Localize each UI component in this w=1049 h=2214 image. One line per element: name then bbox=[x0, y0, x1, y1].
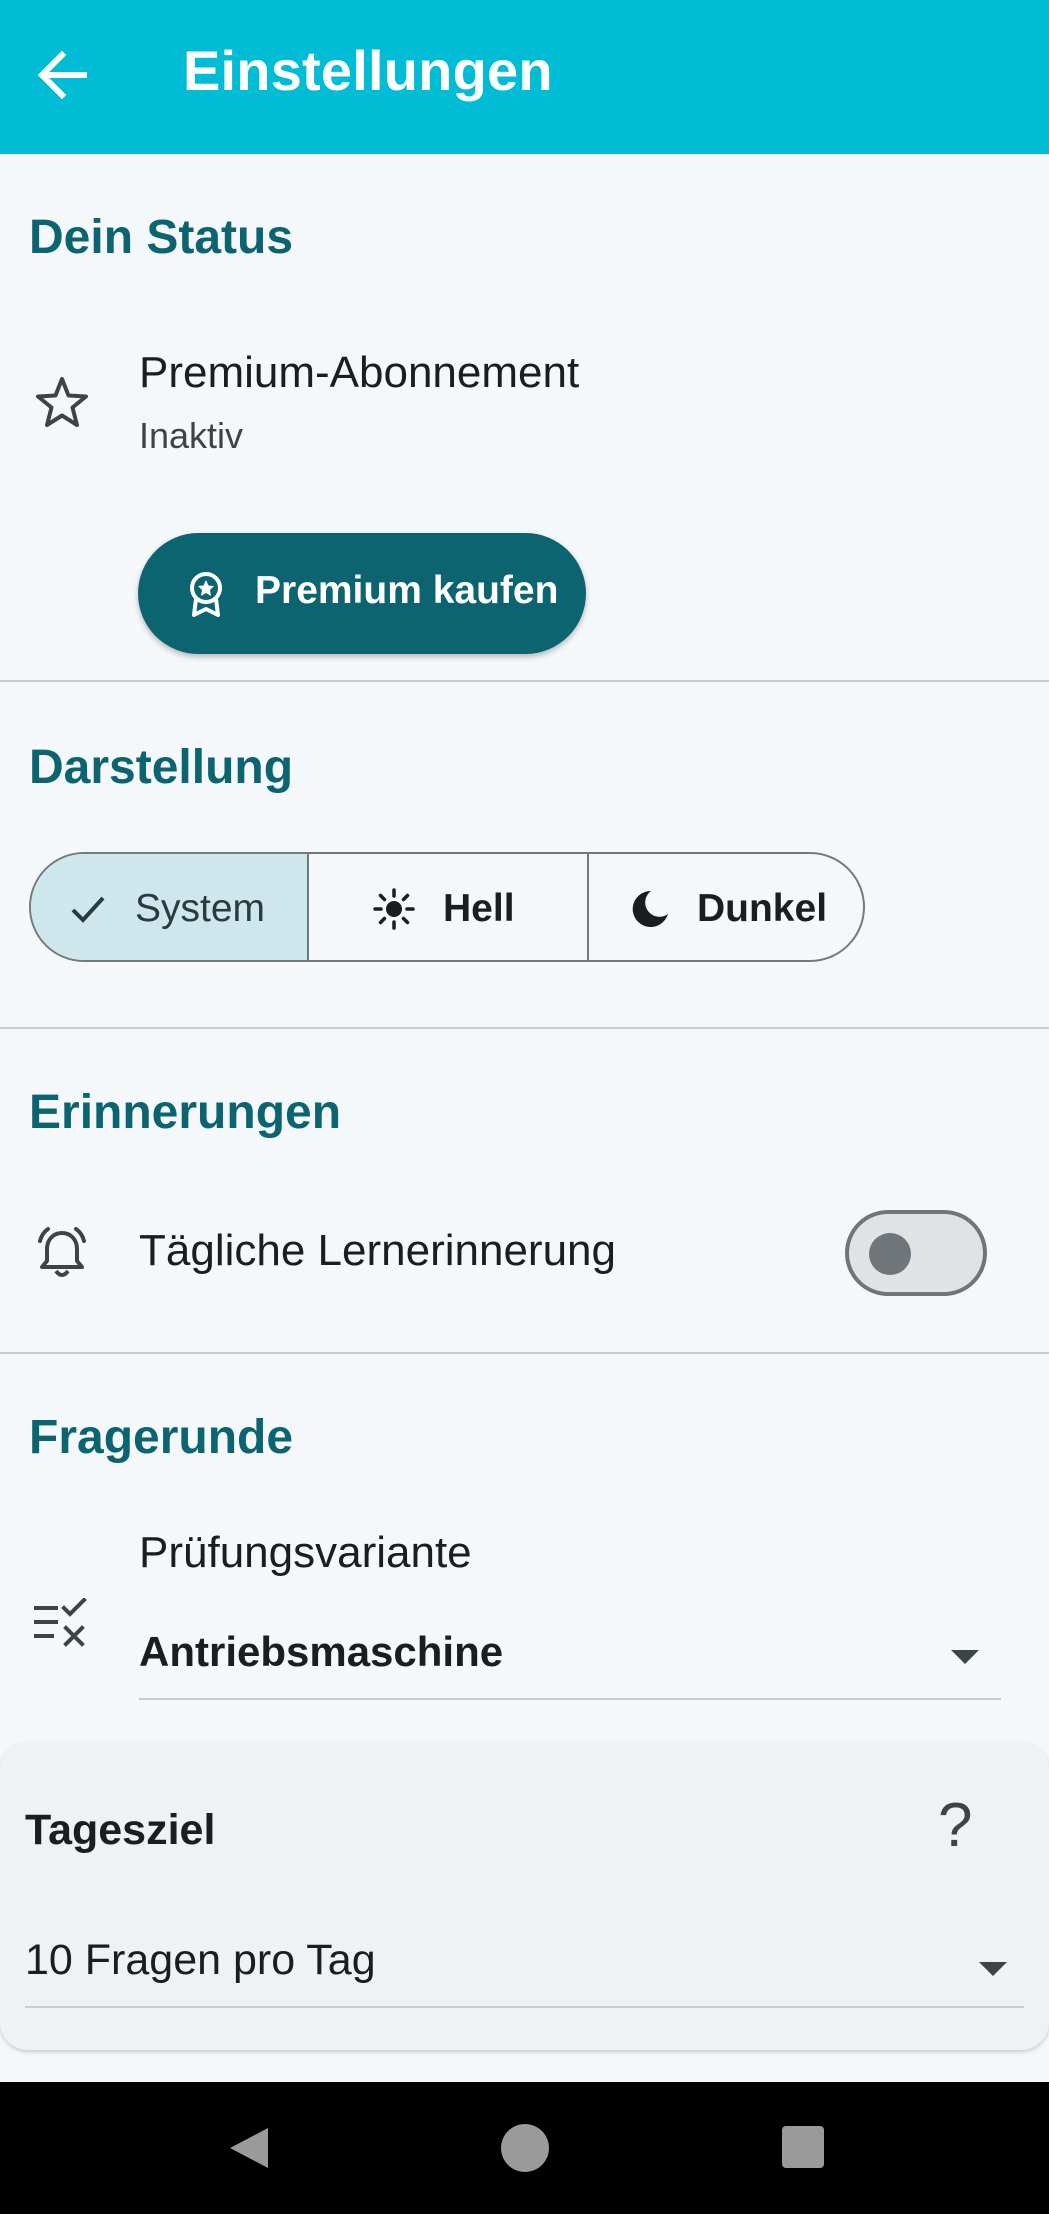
star-outline-icon bbox=[36, 377, 88, 427]
dropdown-underline bbox=[25, 2006, 1024, 2008]
theme-option-label: System bbox=[135, 887, 266, 930]
premium-title: Premium-Abonnement bbox=[139, 348, 580, 397]
divider bbox=[0, 1027, 1049, 1029]
divider bbox=[0, 1352, 1049, 1354]
nav-back-icon[interactable] bbox=[224, 2124, 272, 2172]
daily-reminder-toggle[interactable] bbox=[845, 1210, 987, 1296]
help-icon[interactable]: ? bbox=[938, 1790, 972, 1861]
theme-option-dark[interactable]: Dunkel bbox=[589, 854, 863, 960]
buy-premium-button[interactable]: Premium kaufen bbox=[138, 533, 586, 654]
check-icon bbox=[71, 896, 105, 923]
section-title-quiz: Fragerunde bbox=[29, 1411, 294, 1464]
arrow-left-icon[interactable] bbox=[34, 45, 90, 105]
moon-icon bbox=[632, 890, 668, 927]
premium-status: Inaktiv bbox=[139, 415, 244, 456]
theme-segmented-control: System Hell Dunkel bbox=[29, 852, 865, 962]
page-title: Einstellungen bbox=[183, 39, 553, 102]
divider bbox=[0, 680, 1049, 682]
theme-option-light[interactable]: Hell bbox=[309, 854, 589, 960]
sun-icon bbox=[373, 888, 415, 930]
section-title-status: Dein Status bbox=[29, 211, 294, 264]
daily-goal-value: 10 Fragen pro Tag bbox=[25, 1936, 376, 1984]
nav-home-icon[interactable] bbox=[500, 2123, 550, 2173]
section-title-appearance: Darstellung bbox=[29, 741, 294, 794]
section-title-reminders: Erinnerungen bbox=[29, 1086, 342, 1139]
daily-reminder-label: Tägliche Lernerinnerung bbox=[139, 1226, 616, 1275]
chevron-down-icon bbox=[979, 1962, 1007, 1976]
theme-option-system[interactable]: System bbox=[31, 854, 309, 960]
award-badge-icon bbox=[190, 572, 222, 617]
theme-option-label: Dunkel bbox=[697, 887, 828, 930]
exam-variant-dropdown[interactable]: Antriebsmaschine bbox=[139, 1620, 1001, 1700]
daily-goal-card: Tagesziel ? 10 Fragen pro Tag bbox=[0, 1742, 1049, 2050]
buy-premium-label: Premium kaufen bbox=[255, 569, 559, 612]
dropdown-underline bbox=[139, 1698, 1001, 1700]
exam-variant-label: Prüfungsvariante bbox=[139, 1528, 472, 1577]
chevron-down-icon bbox=[951, 1650, 979, 1664]
toggle-knob bbox=[869, 1233, 911, 1275]
daily-goal-dropdown[interactable]: 10 Fragen pro Tag bbox=[0, 1922, 1049, 2002]
theme-option-label: Hell bbox=[443, 887, 515, 930]
checklist-icon bbox=[34, 1598, 87, 1647]
alarm-bell-icon bbox=[38, 1227, 86, 1277]
daily-goal-title: Tagesziel bbox=[25, 1806, 216, 1854]
nav-recents-icon[interactable] bbox=[782, 2126, 824, 2168]
exam-variant-value: Antriebsmaschine bbox=[139, 1628, 504, 1675]
app-bar: Einstellungen bbox=[0, 0, 1049, 154]
system-navigation-bar bbox=[0, 2082, 1049, 2214]
